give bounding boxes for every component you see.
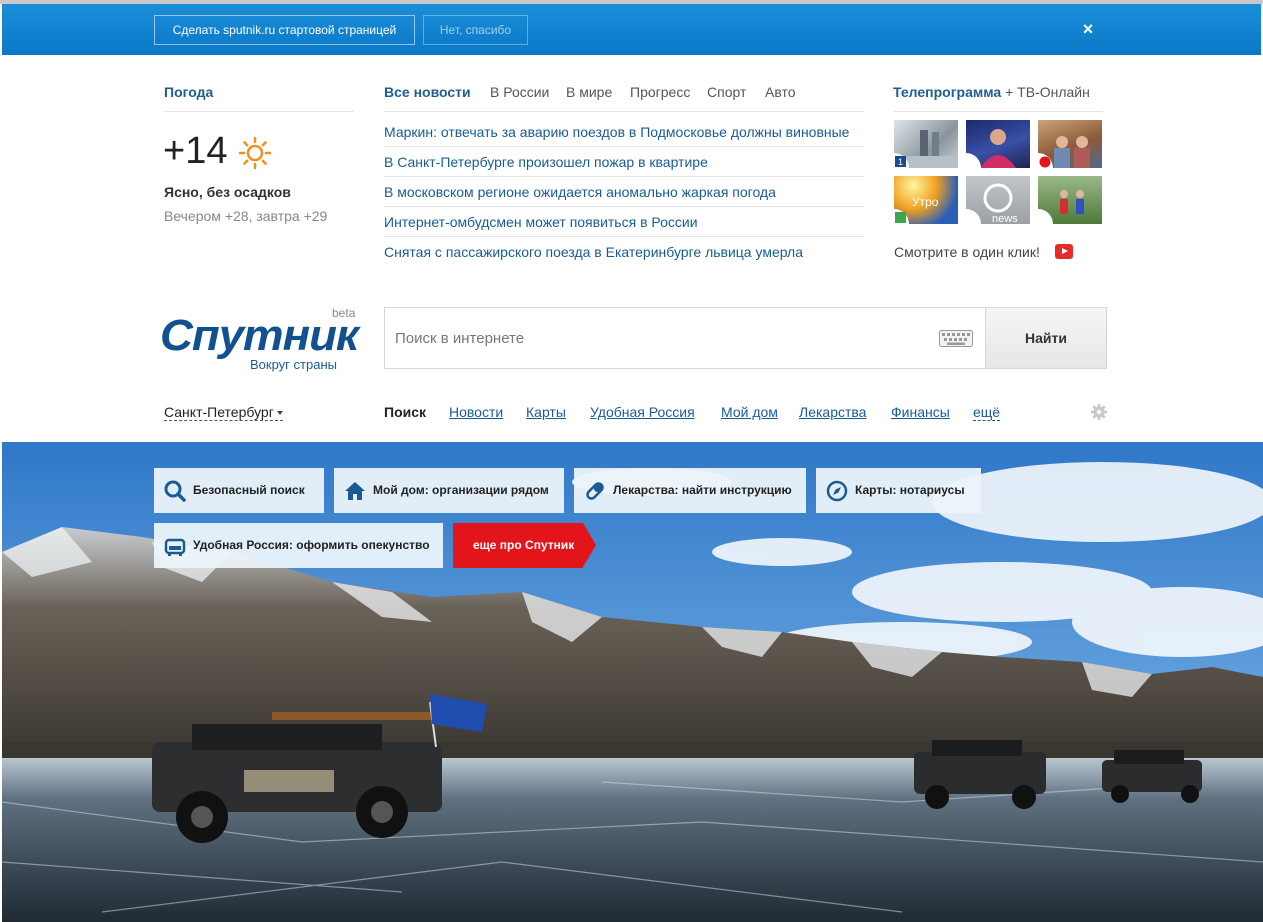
medicines-tile[interactable]: Лекарства: найти инструкцию bbox=[574, 468, 806, 513]
my-home-tile[interactable]: Мой дом: организации рядом bbox=[334, 468, 564, 513]
news-link[interactable]: В Санкт-Петербурге произошел пожар в ква… bbox=[384, 154, 708, 170]
tv-thumbnail[interactable]: news bbox=[966, 176, 1030, 224]
news-divider bbox=[384, 176, 864, 177]
sputnik-logo[interactable]: Спутник beta Вокруг страны bbox=[160, 304, 365, 374]
tv-thumbnail[interactable]: Утро bbox=[894, 176, 958, 224]
watch-one-click-text[interactable]: Смотрите в один клик! bbox=[894, 244, 1040, 260]
tile-label: Мой дом: организации рядом bbox=[373, 483, 549, 497]
make-start-page-button[interactable]: Сделать sputnik.ru стартовой страницей bbox=[154, 15, 415, 45]
convenient-russia-tile[interactable]: Удобная Россия: оформить опекунство bbox=[154, 523, 443, 568]
maps-notaries-tile[interactable]: Карты: нотариусы bbox=[816, 468, 981, 513]
utro-label: Утро bbox=[912, 195, 939, 209]
sun-icon bbox=[238, 136, 272, 170]
tv-online-link[interactable]: + ТВ-Онлайн bbox=[1005, 84, 1090, 100]
news-label: news bbox=[992, 213, 1018, 224]
tv-program-link[interactable]: Телепрограмма bbox=[893, 84, 1001, 100]
tv-thumbnail[interactable] bbox=[1038, 176, 1102, 224]
service-more-label: ещё bbox=[973, 404, 1001, 420]
service-maps[interactable]: Карты bbox=[526, 404, 566, 420]
youtube-play-icon[interactable] bbox=[1055, 244, 1073, 259]
news-link[interactable]: Снятая с пассажирского поезда в Екатерин… bbox=[384, 244, 803, 260]
weather-description: Ясно, без осадков bbox=[164, 184, 291, 200]
tile-label: Безопасный поиск bbox=[193, 483, 305, 497]
tv-thumbnail[interactable]: 1 bbox=[894, 120, 958, 168]
tile-label: Удобная Россия: оформить опекунство bbox=[193, 538, 430, 552]
safe-search-tile[interactable]: Безопасный поиск bbox=[154, 468, 324, 513]
chevron-down-icon bbox=[276, 411, 283, 416]
tab-all-news[interactable]: Все новости bbox=[384, 84, 471, 100]
service-more[interactable]: ещё bbox=[973, 404, 1010, 812]
service-my-home[interactable]: Мой дом bbox=[721, 404, 778, 420]
tab-progress[interactable]: Прогресс bbox=[630, 84, 690, 100]
news-link[interactable]: Маркин: отвечать за аварию поездов в Под… bbox=[384, 124, 849, 140]
tile-label: Карты: нотариусы bbox=[855, 483, 965, 497]
news-divider bbox=[384, 111, 864, 112]
news-link[interactable]: Интернет-омбудсмен может появиться в Рос… bbox=[384, 214, 698, 230]
logo-subtitle: Вокруг страны bbox=[250, 357, 337, 372]
close-icon[interactable]: × bbox=[1080, 18, 1096, 40]
search-button[interactable]: Найти bbox=[985, 307, 1107, 369]
beta-label: beta bbox=[332, 306, 356, 320]
channel-logo-icon bbox=[1038, 153, 1053, 168]
tab-sport[interactable]: Спорт bbox=[707, 84, 746, 100]
news-divider bbox=[384, 206, 864, 207]
sofa-icon bbox=[164, 538, 186, 556]
no-thanks-button[interactable]: Нет, спасибо bbox=[423, 15, 528, 45]
tv-divider bbox=[893, 111, 1103, 112]
weather-forecast: Вечером +28, завтра +29 bbox=[164, 208, 328, 224]
hero-background-image bbox=[2, 442, 1263, 922]
city-selector[interactable]: Санкт-Петербург bbox=[164, 404, 283, 421]
news-divider bbox=[384, 146, 864, 147]
tv-thumbnail[interactable] bbox=[1038, 120, 1102, 168]
service-search[interactable]: Поиск bbox=[384, 404, 426, 420]
channel-one-icon: 1 bbox=[894, 153, 909, 168]
gear-icon[interactable] bbox=[1091, 404, 1107, 420]
keyboard-icon[interactable] bbox=[939, 330, 973, 347]
weather-temperature: +14 bbox=[163, 130, 228, 172]
weather-divider bbox=[164, 111, 354, 112]
tab-auto[interactable]: Авто bbox=[765, 84, 796, 100]
svg-text:1: 1 bbox=[898, 157, 903, 167]
home-icon bbox=[345, 482, 365, 500]
pill-icon bbox=[586, 482, 604, 500]
compass-icon bbox=[826, 480, 848, 502]
search-box bbox=[384, 307, 986, 369]
tv-thumbnail[interactable] bbox=[966, 120, 1030, 168]
start-page-promo-bar: Сделать sputnik.ru стартовой страницей Н… bbox=[2, 4, 1261, 55]
tab-world[interactable]: В мире bbox=[566, 84, 612, 100]
news-divider bbox=[384, 236, 864, 237]
more-about-sputnik-button[interactable]: еще про Спутник bbox=[453, 523, 596, 568]
service-finance[interactable]: Финансы bbox=[891, 404, 950, 420]
tab-russia[interactable]: В России bbox=[490, 84, 549, 100]
search-icon bbox=[164, 480, 186, 502]
tv-program-header: Телепрограмма + ТВ-Онлайн bbox=[893, 84, 1090, 100]
city-name: Санкт-Петербург bbox=[164, 404, 274, 420]
tile-label: Лекарства: найти инструкцию bbox=[613, 483, 792, 497]
channel-logo-icon bbox=[894, 209, 909, 224]
news-link[interactable]: В московском регионе ожидается аномально… bbox=[384, 184, 776, 200]
service-convenient-russia[interactable]: Удобная Россия bbox=[590, 404, 695, 420]
weather-title[interactable]: Погода bbox=[164, 84, 213, 100]
search-input[interactable] bbox=[385, 308, 925, 368]
service-medicines[interactable]: Лекарства bbox=[799, 404, 866, 420]
service-news[interactable]: Новости bbox=[449, 404, 503, 420]
baikal-ice-landscape bbox=[2, 442, 1263, 922]
